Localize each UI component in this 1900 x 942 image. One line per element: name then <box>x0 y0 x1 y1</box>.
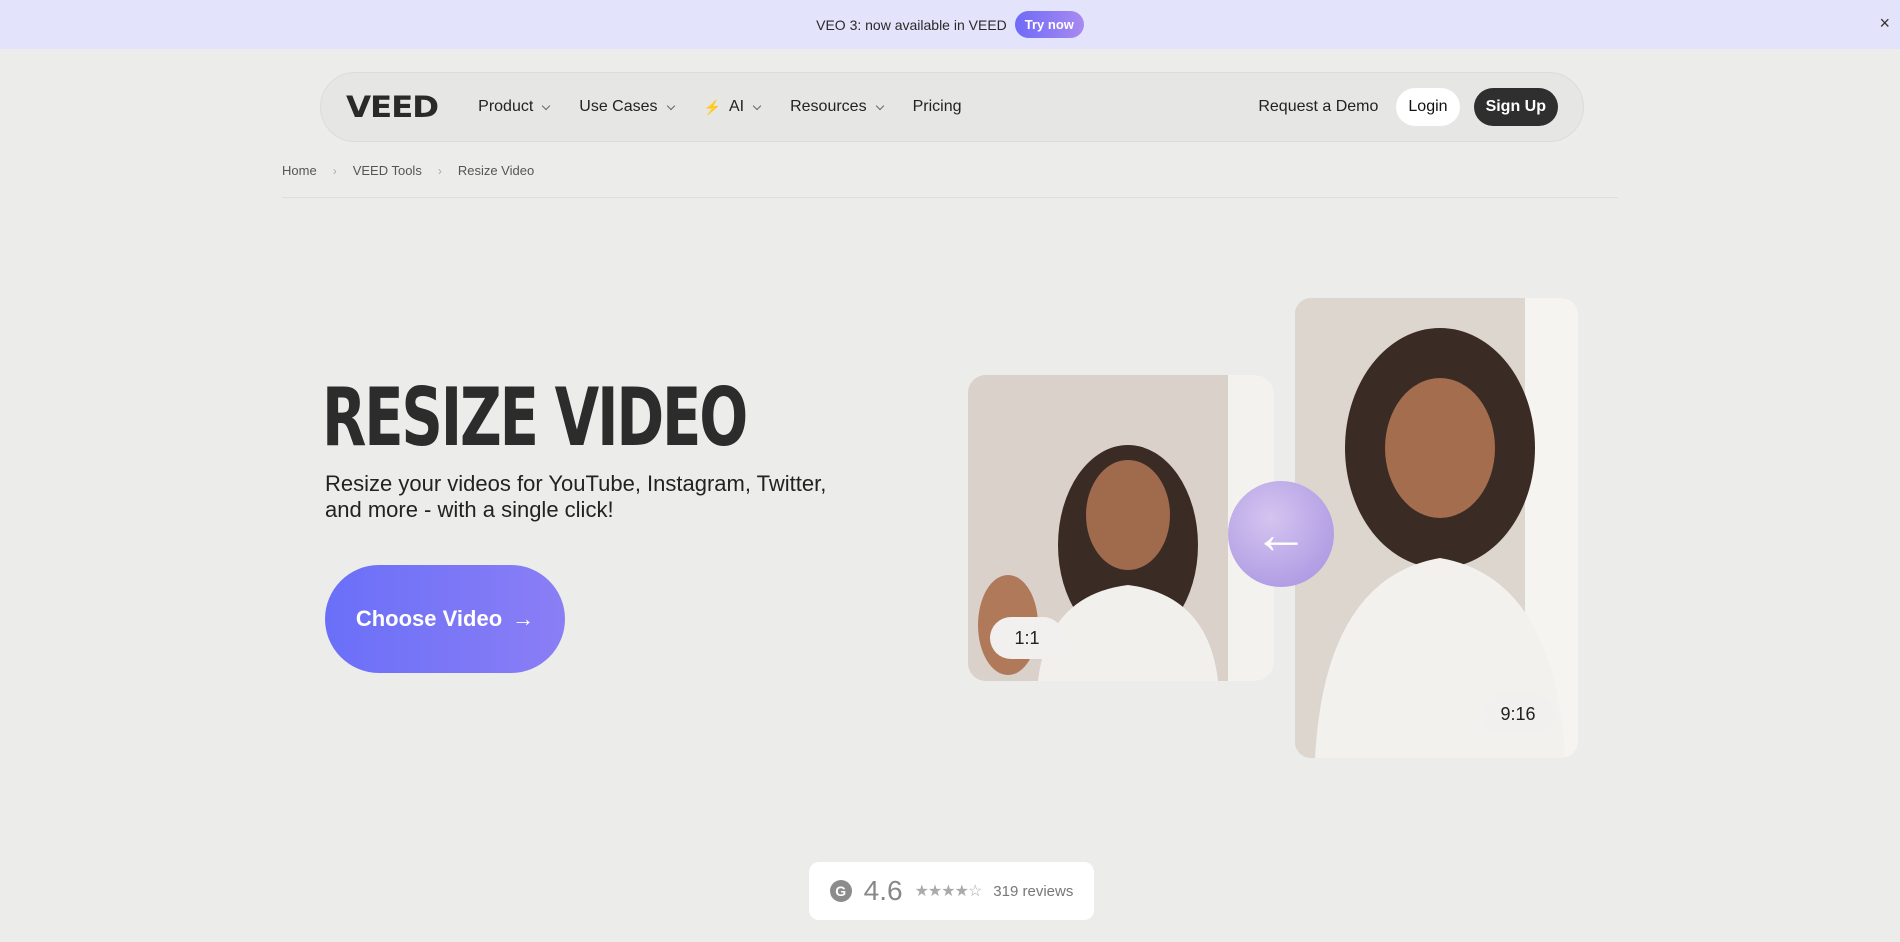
close-icon[interactable]: × <box>1879 13 1890 33</box>
veed-logo[interactable]: VEED <box>346 90 438 124</box>
nav-item-label: Product <box>478 98 533 116</box>
nav-item-label: Resources <box>790 98 866 116</box>
rating-score: 4.6 <box>864 875 903 907</box>
nav-item-pricing[interactable]: Pricing <box>913 98 962 116</box>
nav-actions: Request a Demo Login Sign Up <box>1258 88 1558 126</box>
banner-text: VEO 3: now available in VEED <box>816 17 1007 33</box>
lightning-icon: ⚡ <box>704 99 721 116</box>
g2-icon: G <box>830 880 852 902</box>
chevron-right-icon: › <box>333 164 337 178</box>
page-title: RESIZE VIDEO <box>322 370 746 466</box>
review-count: 319 reviews <box>993 883 1073 900</box>
nav-item-label: Use Cases <box>579 98 657 116</box>
person-image <box>1295 298 1578 758</box>
breadcrumb: Home › VEED Tools › Resize Video <box>282 163 534 178</box>
aspect-ratio-badge: 9:16 <box>1481 694 1555 734</box>
choose-video-label: Choose Video <box>356 606 502 632</box>
nav-items: Product Use Cases ⚡ AI Resources Pricing <box>478 98 961 116</box>
chevron-down-icon <box>875 101 883 109</box>
nav-item-product[interactable]: Product <box>478 98 549 116</box>
breadcrumb-divider <box>282 197 1618 198</box>
try-now-button[interactable]: Try now <box>1015 11 1084 38</box>
breadcrumb-home[interactable]: Home <box>282 163 317 178</box>
nav-item-ai[interactable]: ⚡ AI <box>704 98 761 116</box>
main-navigation: VEED Product Use Cases ⚡ AI Resources Pr… <box>320 72 1584 142</box>
choose-video-button[interactable]: Choose Video → <box>325 565 565 673</box>
hero-subtitle: Resize your videos for YouTube, Instagra… <box>325 471 845 523</box>
chevron-right-icon: › <box>438 164 442 178</box>
aspect-ratio-badge: 1:1 <box>990 617 1064 659</box>
arrow-right-icon: → <box>512 606 534 632</box>
rating-widget[interactable]: G 4.6 ★★★★☆ 319 reviews <box>809 862 1094 920</box>
announcement-banner: VEO 3: now available in VEED Try now × <box>0 0 1900 49</box>
nav-item-use-cases[interactable]: Use Cases <box>579 98 673 116</box>
breadcrumb-veed-tools[interactable]: VEED Tools <box>353 163 422 178</box>
chevron-down-icon <box>753 101 761 109</box>
nav-item-label: AI <box>729 98 744 116</box>
vertical-video-preview: 9:16 <box>1295 298 1578 758</box>
breadcrumb-resize-video[interactable]: Resize Video <box>458 163 534 178</box>
login-button[interactable]: Login <box>1396 88 1459 126</box>
star-rating-icon: ★★★★☆ <box>915 881 982 901</box>
nav-item-resources[interactable]: Resources <box>790 98 882 116</box>
chevron-down-icon <box>666 101 674 109</box>
nav-item-label: Pricing <box>913 98 962 116</box>
chevron-down-icon <box>542 101 550 109</box>
arrow-left-icon: ← <box>1228 481 1334 587</box>
signup-button[interactable]: Sign Up <box>1474 88 1558 126</box>
request-demo-link[interactable]: Request a Demo <box>1258 98 1378 116</box>
